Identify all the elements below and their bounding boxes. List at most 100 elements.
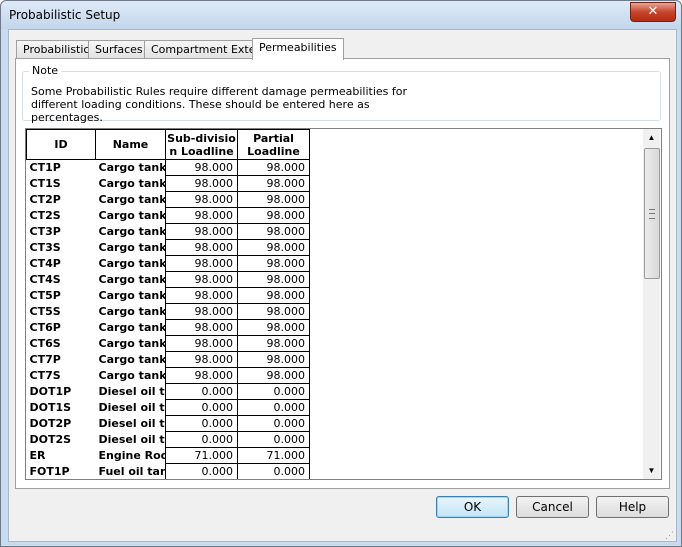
- scroll-up-arrow-icon[interactable]: ▲: [643, 129, 660, 146]
- table-row[interactable]: CT6S Cargo tank 98.000 98.000: [27, 335, 310, 352]
- partial-loadline-cell[interactable]: 98.000: [237, 335, 310, 352]
- id-cell: DOT1S: [29, 401, 72, 414]
- partial-loadline-cell[interactable]: 98.000: [237, 303, 310, 320]
- column-header-id[interactable]: ID: [26, 129, 96, 160]
- table-row[interactable]: CT2S Cargo tank 98.000 98.000: [27, 207, 310, 224]
- subdivision-loadline-cell[interactable]: 98.000: [165, 271, 238, 288]
- table-row[interactable]: CT5S Cargo tank 98.000 98.000: [27, 303, 310, 320]
- partial-loadline-cell[interactable]: 98.000: [237, 207, 310, 224]
- id-cell: CT2S: [29, 209, 61, 222]
- table-row[interactable]: DOT1P Diesel oil ta 0.000 0.000: [27, 383, 310, 400]
- id-cell: CT1S: [29, 177, 61, 190]
- column-header-name[interactable]: Name: [95, 129, 166, 160]
- subdivision-loadline-cell[interactable]: 0.000: [165, 463, 238, 479]
- subdivision-loadline-cell[interactable]: 98.000: [165, 159, 238, 176]
- partial-loadline-cell[interactable]: 98.000: [237, 319, 310, 336]
- partial-loadline-cell[interactable]: 98.000: [237, 175, 310, 192]
- partial-loadline-cell[interactable]: 0.000: [237, 431, 310, 448]
- subdivision-loadline-cell[interactable]: 98.000: [165, 191, 238, 208]
- scroll-thumb[interactable]: [644, 148, 660, 279]
- partial-loadline-cell[interactable]: 98.000: [237, 239, 310, 256]
- subdivision-loadline-cell[interactable]: 98.000: [165, 255, 238, 272]
- name-cell: Cargo tank: [98, 241, 166, 254]
- table-row[interactable]: CT4P Cargo tank 98.000 98.000: [27, 255, 310, 272]
- table-row[interactable]: CT7P Cargo tank 98.000 98.000: [27, 351, 310, 368]
- partial-loadline-cell[interactable]: 98.000: [237, 223, 310, 240]
- table-row[interactable]: CT3S Cargo tank 98.000 98.000: [27, 239, 310, 256]
- dialog-client-area: Probabilistic Surfaces Compartment Exten…: [8, 29, 677, 542]
- subdivision-loadline-cell[interactable]: 98.000: [165, 175, 238, 192]
- table-row[interactable]: CT1P Cargo tank 98.000 98.000: [27, 159, 310, 176]
- permeability-grid[interactable]: ID Name Sub-divisio n Loadline Partial L…: [25, 128, 662, 480]
- id-cell: CT6S: [29, 337, 61, 350]
- name-cell: Fuel oil tan: [98, 465, 166, 478]
- table-row[interactable]: CT3P Cargo tank 98.000 98.000: [27, 223, 310, 240]
- id-cell: CT7P: [29, 353, 61, 366]
- cancel-button[interactable]: Cancel: [516, 496, 589, 518]
- column-header-partial-loadline[interactable]: Partial Loadline: [237, 129, 310, 160]
- permeability-table: ID Name Sub-divisio n Loadline Partial L…: [26, 129, 310, 479]
- help-button[interactable]: Help: [596, 496, 669, 518]
- grip-icon: [649, 209, 655, 219]
- name-cell: Cargo tank: [98, 225, 166, 238]
- partial-loadline-cell[interactable]: 0.000: [237, 383, 310, 400]
- name-cell: Cargo tank: [98, 273, 166, 286]
- id-cell: CT4P: [29, 257, 61, 270]
- subdivision-loadline-cell[interactable]: 98.000: [165, 367, 238, 384]
- partial-loadline-cell[interactable]: 98.000: [237, 271, 310, 288]
- subdivision-loadline-cell[interactable]: 98.000: [165, 303, 238, 320]
- partial-loadline-cell[interactable]: 98.000: [237, 255, 310, 272]
- table-row[interactable]: DOT1S Diesel oil ta 0.000 0.000: [27, 399, 310, 416]
- id-cell: DOT1P: [29, 385, 72, 398]
- subdivision-loadline-cell[interactable]: 98.000: [165, 335, 238, 352]
- partial-loadline-cell[interactable]: 0.000: [237, 415, 310, 432]
- subdivision-loadline-cell[interactable]: 0.000: [165, 399, 238, 416]
- scroll-down-arrow-icon[interactable]: ▼: [643, 462, 660, 479]
- partial-loadline-cell[interactable]: 98.000: [237, 159, 310, 176]
- partial-loadline-cell[interactable]: 98.000: [237, 191, 310, 208]
- id-cell: CT3P: [29, 225, 61, 238]
- table-row[interactable]: CT1S Cargo tank 98.000 98.000: [27, 175, 310, 192]
- subdivision-loadline-cell[interactable]: 98.000: [165, 319, 238, 336]
- id-cell: CT3S: [29, 241, 61, 254]
- ok-button[interactable]: OK: [436, 496, 509, 518]
- table-row[interactable]: DOT2S Diesel oil ta 0.000 0.000: [27, 431, 310, 448]
- table-row[interactable]: CT4S Cargo tank 98.000 98.000: [27, 271, 310, 288]
- vertical-scrollbar[interactable]: ▲ ▼: [643, 129, 660, 479]
- table-row[interactable]: CT7S Cargo tank 98.000 98.000: [27, 367, 310, 384]
- id-cell: CT6P: [29, 321, 61, 334]
- table-row[interactable]: CT5P Cargo tank 98.000 98.000: [27, 287, 310, 304]
- subdivision-loadline-cell[interactable]: 98.000: [165, 207, 238, 224]
- table-row[interactable]: DOT2P Diesel oil ta 0.000 0.000: [27, 415, 310, 432]
- id-cell: CT5P: [29, 289, 61, 302]
- subdivision-loadline-cell[interactable]: 98.000: [165, 351, 238, 368]
- name-cell: Cargo tank: [98, 353, 166, 366]
- partial-loadline-cell[interactable]: 98.000: [237, 287, 310, 304]
- tab-surfaces[interactable]: Surfaces: [88, 40, 150, 59]
- subdivision-loadline-cell[interactable]: 0.000: [165, 431, 238, 448]
- tab-probabilistic[interactable]: Probabilistic: [16, 40, 97, 59]
- partial-loadline-cell[interactable]: 71.000: [237, 447, 310, 464]
- subdivision-loadline-cell[interactable]: 0.000: [165, 415, 238, 432]
- column-header-subdivision-loadline[interactable]: Sub-divisio n Loadline: [165, 129, 238, 160]
- partial-loadline-cell[interactable]: 0.000: [237, 399, 310, 416]
- id-cell: CT2P: [29, 193, 61, 206]
- close-button[interactable]: ✕: [630, 2, 676, 22]
- subdivision-loadline-cell[interactable]: 98.000: [165, 239, 238, 256]
- subdivision-loadline-cell[interactable]: 71.000: [165, 447, 238, 464]
- partial-loadline-cell[interactable]: 0.000: [237, 463, 310, 479]
- table-row[interactable]: ER Engine Roo 71.000 71.000: [27, 447, 310, 464]
- partial-loadline-cell[interactable]: 98.000: [237, 367, 310, 384]
- resize-grip-icon[interactable]: ⋰: [665, 530, 675, 540]
- table-row[interactable]: CT2P Cargo tank 98.000 98.000: [27, 191, 310, 208]
- id-cell: CT7S: [29, 369, 61, 382]
- subdivision-loadline-cell[interactable]: 98.000: [165, 223, 238, 240]
- table-row[interactable]: CT6P Cargo tank 98.000 98.000: [27, 319, 310, 336]
- name-cell: Cargo tank: [98, 209, 166, 222]
- table-row[interactable]: FOT1P Fuel oil tan 0.000 0.000: [27, 463, 310, 479]
- subdivision-loadline-cell[interactable]: 0.000: [165, 383, 238, 400]
- tab-permeabilities[interactable]: Permeabilities: [252, 38, 344, 60]
- title-bar[interactable]: Probabilistic Setup ✕: [1, 1, 681, 29]
- partial-loadline-cell[interactable]: 98.000: [237, 351, 310, 368]
- subdivision-loadline-cell[interactable]: 98.000: [165, 287, 238, 304]
